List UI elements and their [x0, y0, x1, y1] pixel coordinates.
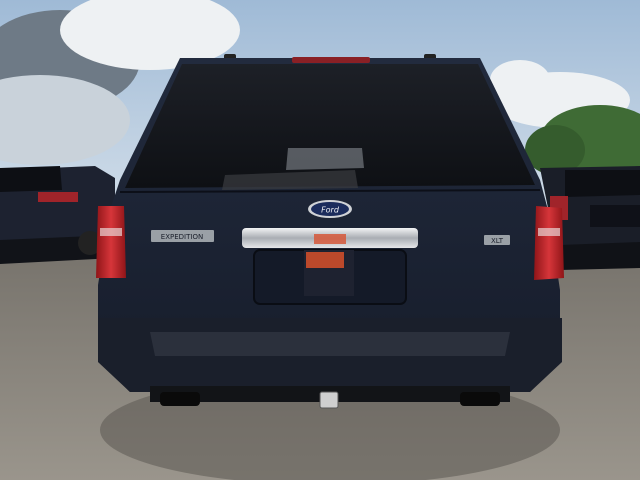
left-taillight	[96, 206, 126, 278]
photo-scene: Ford EXPEDITION XLT	[0, 0, 640, 480]
right-rear-tire	[460, 392, 500, 406]
tow-hitch	[319, 391, 339, 409]
rear-window	[125, 64, 535, 188]
right-taillight	[534, 206, 564, 280]
trim-badge-text: XLT	[491, 237, 504, 245]
scene-svg: Ford EXPEDITION XLT	[0, 0, 640, 480]
left-rear-tire	[160, 392, 200, 406]
high-mount-brake-light	[292, 57, 370, 63]
brand-badge-text: Ford	[321, 206, 340, 215]
trim-badge: XLT	[484, 235, 510, 245]
model-badge-text: EXPEDITION	[161, 233, 203, 241]
model-badge: EXPEDITION	[151, 230, 214, 242]
ford-oval-badge: Ford	[308, 200, 352, 218]
bumper-step	[150, 332, 510, 356]
